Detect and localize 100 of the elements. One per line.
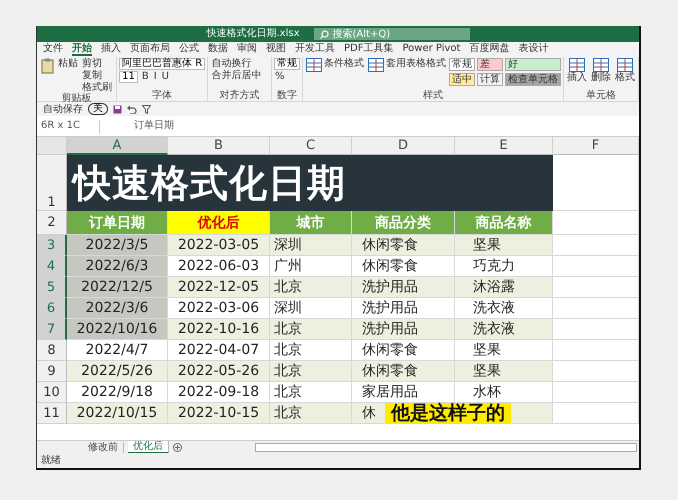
table-cell: 北京 bbox=[270, 277, 352, 298]
ribbon-button[interactable]: % bbox=[274, 71, 286, 82]
ribbon-tab[interactable]: Power Pivot bbox=[402, 43, 460, 56]
column-header[interactable]: F bbox=[553, 137, 639, 155]
table-cell: 洗衣液 bbox=[455, 319, 553, 340]
column-header[interactable]: A bbox=[67, 137, 168, 155]
cell-style-swatch[interactable]: 适中 bbox=[449, 73, 475, 86]
autosave-toggle[interactable]: 关 bbox=[88, 103, 108, 115]
ribbon-button[interactable]: 删除 bbox=[590, 58, 612, 83]
group-label: 字体 bbox=[151, 90, 174, 101]
table-cell: 坚果 bbox=[455, 235, 553, 256]
table-cell: 2022-05-26 bbox=[168, 361, 270, 382]
sheet-title: 快速格式化日期 bbox=[67, 155, 553, 211]
horizontal-scrollbar[interactable] bbox=[255, 442, 637, 452]
column-header[interactable]: C bbox=[270, 137, 352, 155]
column-header[interactable]: B bbox=[168, 137, 270, 155]
row-header[interactable]: 11 bbox=[37, 403, 67, 424]
table-cell: 2022-03-06 bbox=[168, 298, 270, 319]
ribbon-button[interactable]: 格式 bbox=[614, 58, 636, 83]
cell-style-swatch[interactable]: 好 bbox=[505, 58, 561, 71]
ribbon-tab[interactable]: PDF工具集 bbox=[344, 43, 394, 56]
table-cell: 水杯 bbox=[455, 382, 553, 403]
cell-style-swatch[interactable]: 常规 bbox=[449, 58, 475, 71]
ribbon-button[interactable]: B bbox=[140, 71, 150, 83]
column-heading: 商品名称 bbox=[455, 211, 553, 235]
row-header[interactable]: 7 bbox=[37, 319, 67, 340]
autosave-label: 自动保存 bbox=[43, 104, 83, 114]
ribbon-button[interactable]: 条件格式 bbox=[305, 58, 365, 72]
table-cell: 休闲零食 bbox=[352, 235, 455, 256]
row-header[interactable]: 9 bbox=[37, 361, 67, 382]
ribbon-tab[interactable]: 百度网盘 bbox=[469, 43, 510, 56]
table-cell: 2022-10-16 bbox=[168, 319, 270, 340]
ribbon-button[interactable]: 合并后居中 bbox=[210, 70, 262, 81]
table-cell: 广州 bbox=[270, 256, 352, 277]
ribbon-button[interactable]: U bbox=[160, 71, 170, 83]
column-header[interactable]: E bbox=[455, 137, 553, 155]
dropdown-field[interactable]: 11 bbox=[119, 71, 138, 83]
column-heading: 商品分类 bbox=[352, 211, 455, 235]
ribbon-tab[interactable]: 开发工具 bbox=[295, 43, 335, 56]
row-header[interactable]: 4 bbox=[37, 256, 67, 277]
cell-style-swatch[interactable]: 检查单元格 bbox=[505, 73, 561, 86]
table-cell: 北京 bbox=[270, 382, 352, 403]
sheet-tab[interactable]: 优化后 bbox=[128, 440, 169, 454]
ribbon-tab[interactable]: 数据 bbox=[208, 43, 228, 56]
ribbon-tab[interactable]: 文件 bbox=[43, 43, 63, 56]
ribbon-button[interactable]: I bbox=[152, 71, 158, 83]
table-cell: 家居用品 bbox=[352, 382, 455, 403]
row-header[interactable]: 2 bbox=[37, 211, 67, 235]
status-text: 就绪 bbox=[41, 454, 61, 468]
undo-icon bbox=[127, 104, 137, 114]
table-cell: 洗护用品 bbox=[352, 277, 455, 298]
column-heading: 订单日期 bbox=[67, 211, 168, 235]
ribbon-tab[interactable]: 页面布局 bbox=[130, 43, 170, 56]
table-cell: 北京 bbox=[270, 340, 352, 361]
table-cell: 深圳 bbox=[270, 298, 352, 319]
table-cell: 北京 bbox=[270, 403, 352, 424]
cell-style-swatch[interactable]: 差 bbox=[477, 58, 503, 71]
ribbon-button[interactable]: 自动换行 bbox=[210, 58, 252, 69]
table-cell: 2022/4/7 bbox=[67, 340, 168, 361]
ribbon-tab[interactable]: 审阅 bbox=[237, 43, 257, 56]
ribbon-button[interactable]: 插入 bbox=[566, 58, 588, 83]
clipboard-icon bbox=[40, 58, 56, 74]
dropdown-field[interactable]: 常规 bbox=[274, 58, 300, 70]
row-header[interactable]: 1 bbox=[37, 155, 67, 211]
formula-input[interactable]: 订单日期 bbox=[104, 120, 635, 134]
row-header[interactable]: 3 bbox=[37, 235, 67, 256]
ribbon-button[interactable]: 复制 bbox=[81, 70, 103, 81]
ribbon-button[interactable]: 剪切 bbox=[81, 58, 103, 69]
row-header[interactable]: 5 bbox=[37, 277, 67, 298]
dropdown-field[interactable]: 阿里巴巴普惠体 R bbox=[119, 58, 206, 70]
table-cell: 2022/12/5 bbox=[67, 277, 168, 298]
ribbon-button[interactable]: 粘贴 bbox=[39, 58, 79, 74]
select-all-corner[interactable] bbox=[37, 137, 67, 155]
name-box[interactable]: 6R x 1C bbox=[41, 120, 100, 134]
table-cell: 深圳 bbox=[270, 235, 352, 256]
row-header[interactable]: 10 bbox=[37, 382, 67, 403]
cell-style-swatch[interactable]: 计算 bbox=[477, 73, 503, 86]
table-cell: 2022/3/6 bbox=[67, 298, 168, 319]
ribbon-button[interactable]: 格式刷 bbox=[81, 82, 113, 93]
table-cell: 2022-06-03 bbox=[168, 256, 270, 277]
table-cell: 2022/10/15 bbox=[67, 403, 168, 424]
ribbon-tab[interactable]: 表设计 bbox=[518, 43, 548, 56]
table-cell: 2022-04-07 bbox=[168, 340, 270, 361]
group-label: 剪贴板 bbox=[60, 93, 93, 104]
row-header[interactable]: 6 bbox=[37, 298, 67, 319]
ribbon-tab[interactable]: 公式 bbox=[179, 43, 199, 56]
table-cell: 沐浴露 bbox=[455, 277, 553, 298]
ribbon-tab[interactable]: 插入 bbox=[101, 43, 121, 56]
row-header[interactable]: 8 bbox=[37, 340, 67, 361]
table-cell: 2022-10-15 bbox=[168, 403, 270, 424]
window-title: 快速格式化日期.xlsx bbox=[206, 28, 300, 40]
table-cell: 休闲零食 bbox=[352, 340, 455, 361]
column-header[interactable]: D bbox=[352, 137, 455, 155]
table-cell: 2022/10/16 bbox=[67, 319, 168, 340]
table-cell: 洗衣液 bbox=[455, 298, 553, 319]
table-cell: 2022-12-05 bbox=[168, 277, 270, 298]
ribbon-button[interactable]: 套用表格格式 bbox=[367, 58, 447, 72]
table-cell: 2022/9/18 bbox=[67, 382, 168, 403]
column-heading: 城市 bbox=[270, 211, 352, 235]
ribbon-tab[interactable]: 视图 bbox=[266, 43, 286, 56]
